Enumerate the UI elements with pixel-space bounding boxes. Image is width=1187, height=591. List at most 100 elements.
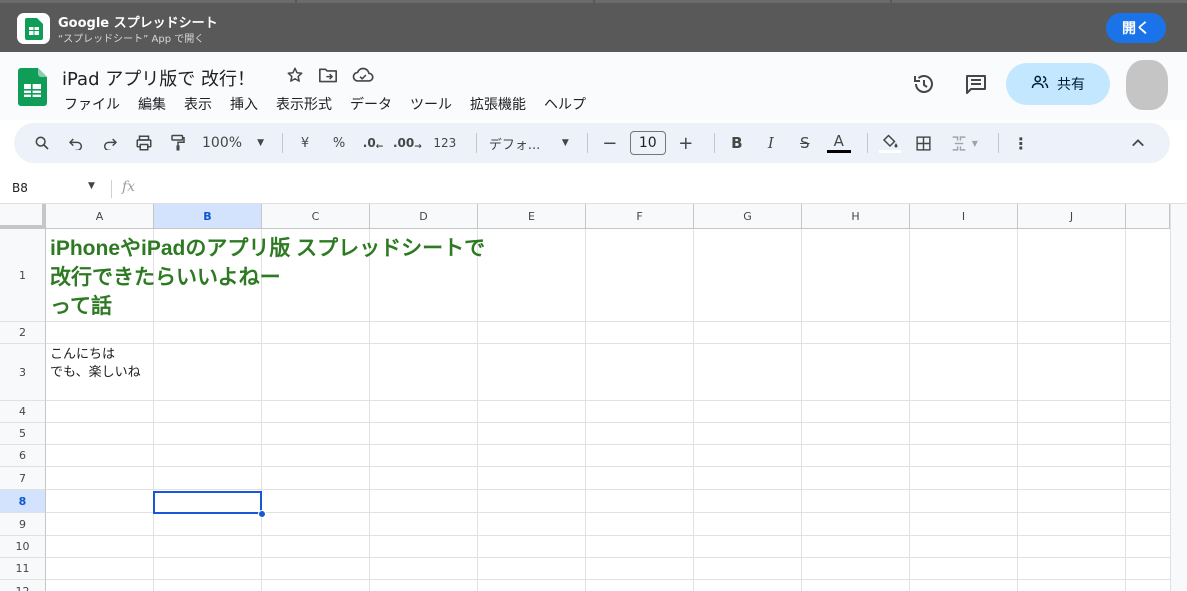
column-header-partial[interactable]	[1126, 204, 1170, 229]
grid-line	[46, 400, 1170, 401]
row-header-3[interactable]: 3	[0, 344, 46, 401]
text-color-button[interactable]: A	[825, 129, 853, 157]
print-icon[interactable]	[130, 129, 158, 157]
column-header-F[interactable]: F	[586, 204, 694, 229]
star-icon[interactable]	[286, 66, 304, 88]
document-title[interactable]: iPad アプリ版で 改行！	[62, 65, 255, 91]
menu-view[interactable]: 表示	[184, 94, 212, 114]
bold-button[interactable]: B	[723, 129, 751, 157]
column-header-B[interactable]: B	[154, 204, 262, 229]
people-icon	[1031, 75, 1049, 93]
browser-tabs	[0, 0, 1187, 3]
font-size-input[interactable]: 10	[629, 129, 666, 157]
vertical-scroll-area[interactable]	[1170, 204, 1187, 591]
italic-button[interactable]: I	[757, 129, 785, 157]
fill-color-swatch	[878, 149, 901, 153]
menu-file[interactable]: ファイル	[64, 94, 120, 114]
font-select[interactable]: デフォ... ▼	[485, 129, 573, 157]
banner-subtitle: “スプレッドシート” App で開く	[58, 34, 205, 45]
row-header-5[interactable]: 5	[0, 423, 46, 445]
increase-decimal-button[interactable]: .00 →	[393, 129, 422, 157]
menu-data[interactable]: データ	[350, 94, 392, 114]
fx-icon: fx	[122, 179, 136, 195]
chevron-down-icon: ▼	[257, 138, 264, 148]
strikethrough-button[interactable]: S	[791, 129, 819, 157]
comments-icon[interactable]	[964, 72, 988, 100]
column-header-D[interactable]: D	[370, 204, 478, 229]
column-header-G[interactable]: G	[694, 204, 802, 229]
row-header-4[interactable]: 4	[0, 401, 46, 423]
app-banner: Google スプレッドシート “スプレッドシート” App で開く 開く	[0, 0, 1187, 52]
divider	[866, 133, 868, 153]
fill-handle[interactable]	[258, 510, 266, 518]
font-size-value: 10	[629, 131, 666, 155]
fill-color-icon[interactable]	[876, 129, 904, 157]
row-header-9[interactable]: 9	[0, 513, 46, 536]
row-header-12[interactable]: 12	[0, 580, 46, 591]
version-history-icon[interactable]	[912, 72, 936, 100]
spreadsheet-grid[interactable]: ABCDEFGHIJ 123456789101112 iPhoneやiPadのア…	[0, 204, 1187, 591]
row-header-8[interactable]: 8	[0, 490, 46, 513]
cloud-status-icon[interactable]	[352, 66, 374, 88]
chevron-down-icon: ▼	[971, 138, 978, 148]
banner-app-name: Google スプレッドシート	[58, 16, 218, 31]
cell-A3-text: こんにちは でも、楽しいね	[50, 347, 141, 380]
grid-line	[46, 321, 1170, 322]
borders-icon[interactable]	[910, 129, 938, 157]
grid-line	[46, 579, 1170, 580]
select-all-corner[interactable]	[0, 204, 46, 229]
row-header-1[interactable]: 1	[0, 229, 46, 322]
sheets-logo-icon[interactable]	[18, 68, 47, 110]
collapse-toolbar-icon[interactable]	[1124, 129, 1152, 157]
move-folder-icon[interactable]	[318, 66, 338, 88]
menu-help[interactable]: ヘルプ	[544, 94, 586, 114]
zoom-select[interactable]: 100% ▼	[198, 129, 268, 157]
menu-extensions[interactable]: 拡張機能	[470, 94, 526, 114]
row-header-10[interactable]: 10	[0, 536, 46, 558]
more-vert-icon[interactable]: ⋮	[1007, 129, 1035, 157]
column-header-H[interactable]: H	[802, 204, 910, 229]
toolbar: 100% ▼ ¥ % .0 ← .00 → 123 デフォ... ▼ − 10 + B …	[14, 123, 1170, 163]
row-header-6[interactable]: 6	[0, 445, 46, 467]
undo-icon[interactable]	[62, 129, 90, 157]
menu-edit[interactable]: 編集	[138, 94, 166, 114]
menu-insert[interactable]: 挿入	[230, 94, 258, 114]
grid-line	[801, 229, 802, 591]
formula-bar: B8 ▼ fx	[0, 174, 1187, 204]
column-header-C[interactable]: C	[262, 204, 370, 229]
row-header-7[interactable]: 7	[0, 467, 46, 490]
redo-icon[interactable]	[96, 129, 124, 157]
column-header-A[interactable]: A	[46, 204, 154, 229]
menu-bar: ファイル 編集 表示 挿入 表示形式 データ ツール 拡張機能 ヘルプ	[64, 94, 586, 114]
divider	[586, 133, 588, 153]
share-button[interactable]: 共有	[1006, 63, 1110, 105]
grid-line	[46, 557, 1170, 558]
chevron-down-icon[interactable]: ▼	[88, 181, 95, 191]
divider	[475, 133, 477, 153]
open-in-app-button[interactable]: 開く	[1106, 13, 1166, 43]
name-box[interactable]: B8	[12, 181, 28, 195]
number-format-button[interactable]: 123	[428, 129, 462, 157]
menu-tools[interactable]: ツール	[410, 94, 452, 114]
avatar[interactable]	[1126, 60, 1168, 110]
percent-format-button[interactable]: %	[325, 129, 353, 157]
currency-format-button[interactable]: ¥	[291, 129, 319, 157]
decrease-decimal-button[interactable]: .0 ←	[359, 129, 387, 157]
font-size-decrease-button[interactable]: −	[596, 129, 624, 157]
column-header-E[interactable]: E	[478, 204, 586, 229]
merge-cells-icon[interactable]: ▼	[944, 129, 984, 157]
paint-format-icon[interactable]	[164, 129, 192, 157]
active-cell-selection[interactable]	[153, 491, 262, 514]
font-size-increase-button[interactable]: +	[672, 129, 700, 157]
menu-format[interactable]: 表示形式	[276, 94, 332, 114]
text-color-label: A	[833, 131, 844, 150]
grid-line	[46, 343, 1170, 344]
font-value: デフォ...	[488, 137, 541, 153]
app-header: iPad アプリ版で 改行！ ファイル 編集 表示 挿入 表示形式 データ ツー…	[0, 52, 1187, 120]
search-menus-icon[interactable]	[28, 129, 56, 157]
column-header-J[interactable]: J	[1018, 204, 1126, 229]
column-header-I[interactable]: I	[910, 204, 1018, 229]
grid-line	[46, 466, 1170, 467]
row-header-11[interactable]: 11	[0, 558, 46, 580]
row-header-2[interactable]: 2	[0, 322, 46, 344]
